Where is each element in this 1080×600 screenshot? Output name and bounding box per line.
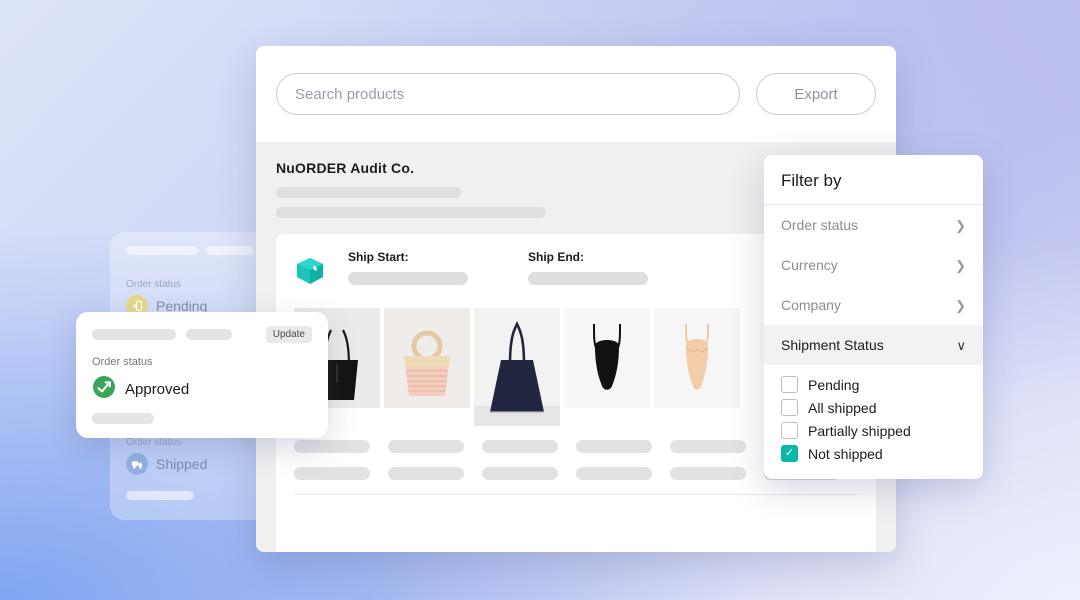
filter-row-label: Shipment Status	[781, 337, 884, 353]
chevron-right-icon: ❯	[955, 217, 966, 233]
filter-row-company[interactable]: Company ❯	[764, 285, 983, 325]
filter-row-order-status[interactable]: Order status ❯	[764, 205, 983, 245]
ghost-top-bars	[126, 246, 254, 255]
ship-end-value-skeleton	[528, 272, 648, 285]
skeleton-cell	[294, 440, 370, 453]
checkbox-item-pending[interactable]: ✓ Pending	[781, 373, 966, 396]
filter-panel-title: Filter by	[764, 155, 983, 205]
skeleton-bar	[276, 187, 461, 198]
ghost-order-status-label: Order status	[126, 437, 182, 448]
toolbar: Export	[256, 46, 896, 142]
checkbox-label: Pending	[808, 376, 860, 393]
filter-row-currency[interactable]: Currency ❯	[764, 245, 983, 285]
filter-panel: Filter by Order status ❯ Currency ❯ Comp…	[764, 155, 983, 479]
chevron-right-icon: ❯	[955, 257, 966, 273]
checkbox-item-all-shipped[interactable]: ✓ All shipped	[781, 396, 966, 419]
export-button[interactable]: Export	[756, 73, 876, 115]
checkbox-box[interactable]: ✓	[781, 376, 798, 393]
skeleton-cell	[670, 440, 746, 453]
popover-header: Update	[92, 326, 312, 343]
checkbox-label: All shipped	[808, 399, 877, 416]
product-tile-navy-tote[interactable]	[474, 308, 560, 426]
skeleton-cell	[576, 467, 652, 480]
product-tile-black-swimsuit[interactable]	[564, 308, 650, 408]
divider	[294, 494, 858, 495]
shipment-status-options: ✓ Pending ✓ All shipped ✓ Partially ship…	[764, 365, 983, 479]
skeleton-cell	[482, 467, 558, 480]
ghost-status-label: Shipped	[156, 456, 208, 472]
ship-end-label: Ship End:	[528, 250, 584, 264]
skeleton-bar	[92, 329, 176, 340]
filter-row-label: Currency	[781, 257, 838, 273]
skeleton-cell	[388, 467, 464, 480]
check-icon: ✓	[784, 447, 795, 459]
chevron-down-icon: ∨	[956, 337, 966, 353]
ship-start-value-skeleton	[348, 272, 468, 285]
order-status-value: Approved	[92, 375, 312, 403]
checkbox-box[interactable]: ✓	[781, 422, 798, 439]
checkbox-label: Not shipped	[808, 445, 883, 462]
search-input[interactable]	[276, 73, 740, 115]
skeleton-bar	[276, 207, 546, 218]
order-status-popover: Update Order status Approved	[76, 312, 328, 438]
skeleton-cell	[388, 440, 464, 453]
ship-start-field: Ship Start:	[348, 250, 478, 285]
ghost-order-status-label: Order status	[126, 279, 182, 290]
approved-status-text: Approved	[125, 380, 190, 398]
checkbox-box[interactable]: ✓	[781, 445, 798, 462]
checkbox-label: Partially shipped	[808, 422, 911, 439]
ghost-status-shipped: Shipped	[126, 453, 254, 475]
checkbox-item-not-shipped[interactable]: ✓ Not shipped	[781, 442, 966, 465]
skeleton-bar	[92, 413, 154, 424]
skeleton-cell	[670, 467, 746, 480]
ship-end-field: Ship End:	[528, 250, 658, 285]
ship-start-label: Ship Start:	[348, 250, 409, 264]
approved-check-icon	[92, 375, 116, 403]
skeleton-cell	[294, 467, 370, 480]
ghost-bar	[126, 246, 198, 255]
skeleton-cell	[482, 440, 558, 453]
checkbox-item-partially-shipped[interactable]: ✓ Partially shipped	[781, 419, 966, 442]
update-button[interactable]: Update	[265, 326, 312, 343]
product-tile-straw-basket-bag[interactable]	[384, 308, 470, 408]
chevron-right-icon: ❯	[955, 297, 966, 313]
order-status-label: Order status	[92, 356, 153, 368]
product-tile-nude-swimsuit[interactable]	[654, 308, 740, 408]
filter-row-label: Order status	[781, 217, 859, 233]
skeleton-bar	[186, 329, 232, 340]
filter-row-shipment-status[interactable]: Shipment Status ∨	[764, 325, 983, 365]
truck-icon	[126, 453, 148, 475]
ghost-bar	[206, 246, 254, 255]
package-icon	[294, 256, 326, 291]
filter-row-label: Company	[781, 297, 841, 313]
checkbox-box[interactable]: ✓	[781, 399, 798, 416]
skeleton-cell	[576, 440, 652, 453]
ghost-bar	[126, 491, 194, 500]
